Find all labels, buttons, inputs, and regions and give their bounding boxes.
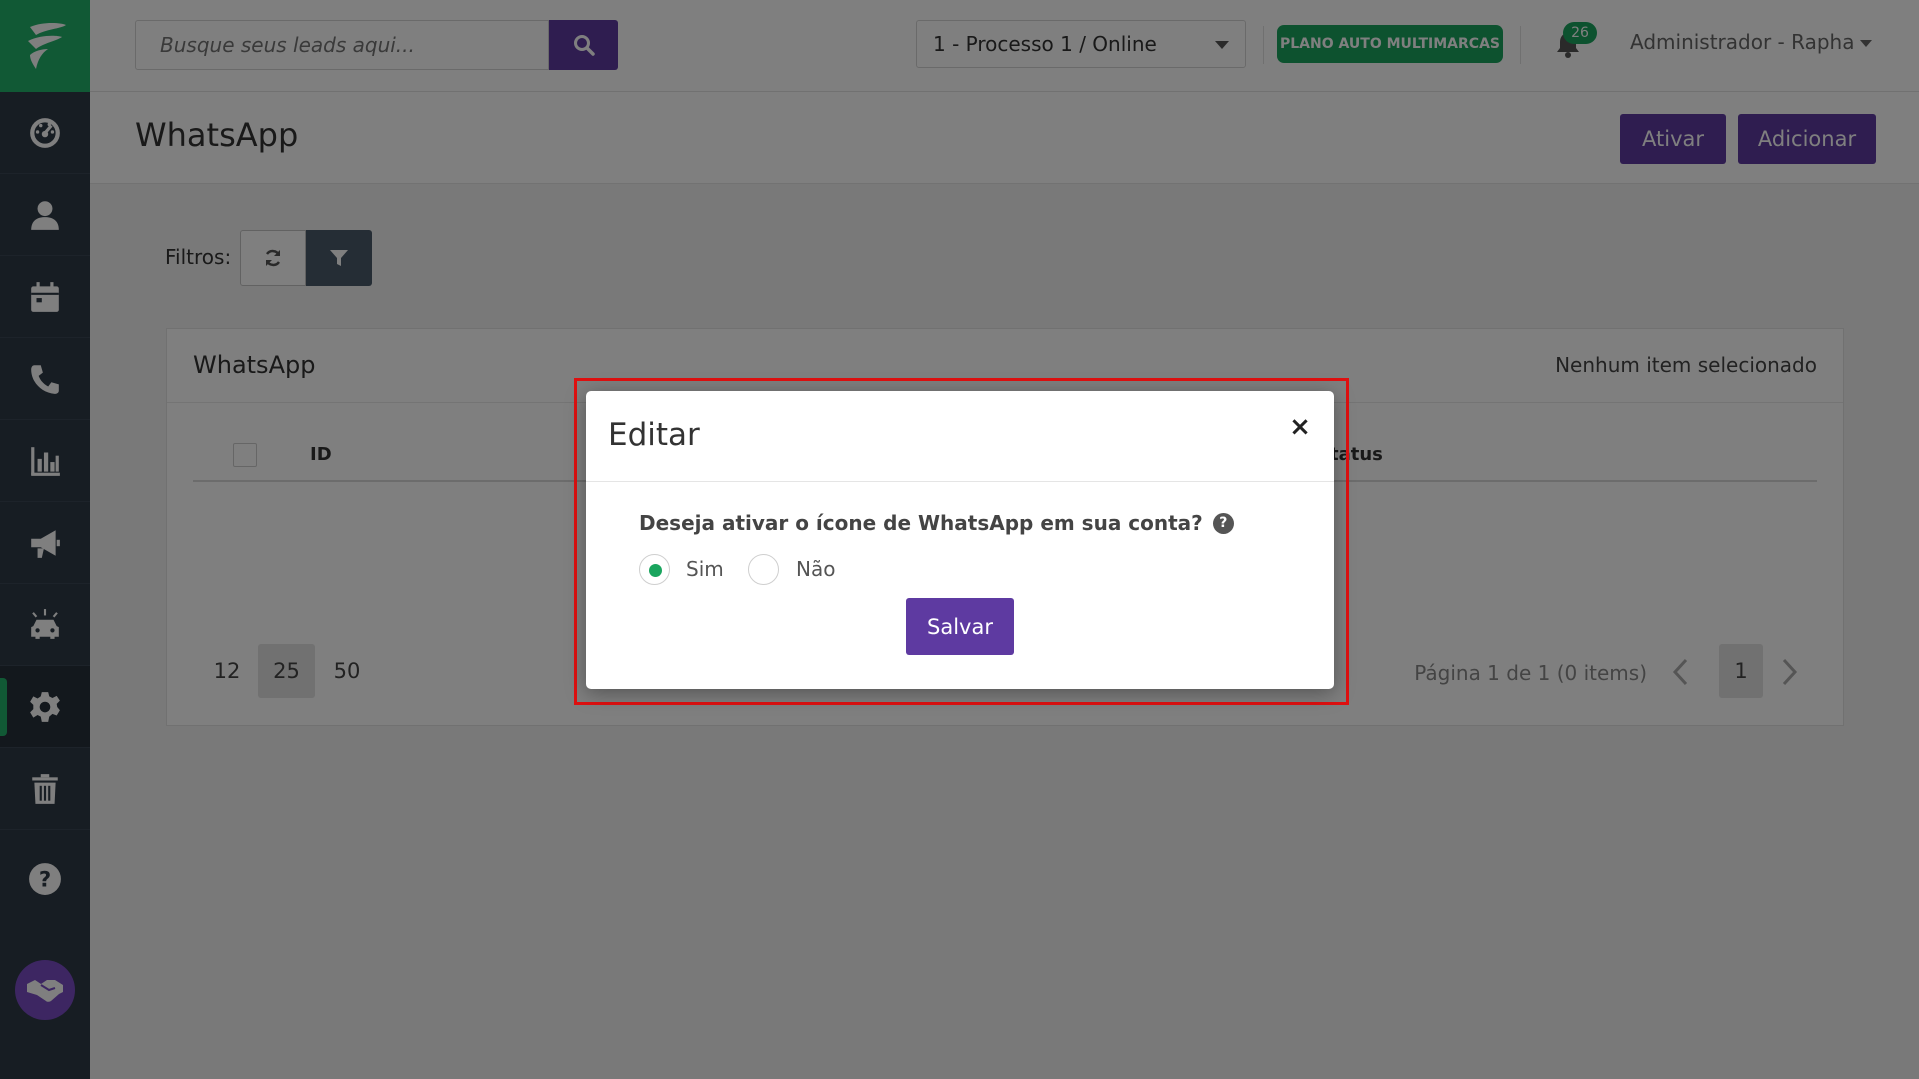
- question-text: Deseja ativar o ícone de WhatsApp em sua…: [639, 511, 1203, 535]
- edit-modal: Editar × Deseja ativar o ícone de WhatsA…: [586, 391, 1334, 689]
- modal-title: Editar: [608, 417, 700, 453]
- divider: [586, 481, 1334, 482]
- question-label: Deseja ativar o ícone de WhatsApp em sua…: [639, 511, 1234, 535]
- radio-no-label[interactable]: Não: [796, 557, 835, 581]
- close-icon[interactable]: ×: [1286, 412, 1314, 442]
- save-button[interactable]: Salvar: [906, 598, 1014, 655]
- help-icon[interactable]: ?: [1212, 512, 1234, 534]
- radio-no[interactable]: [748, 554, 779, 585]
- radio-yes[interactable]: [639, 554, 670, 585]
- radio-yes-label[interactable]: Sim: [686, 557, 724, 581]
